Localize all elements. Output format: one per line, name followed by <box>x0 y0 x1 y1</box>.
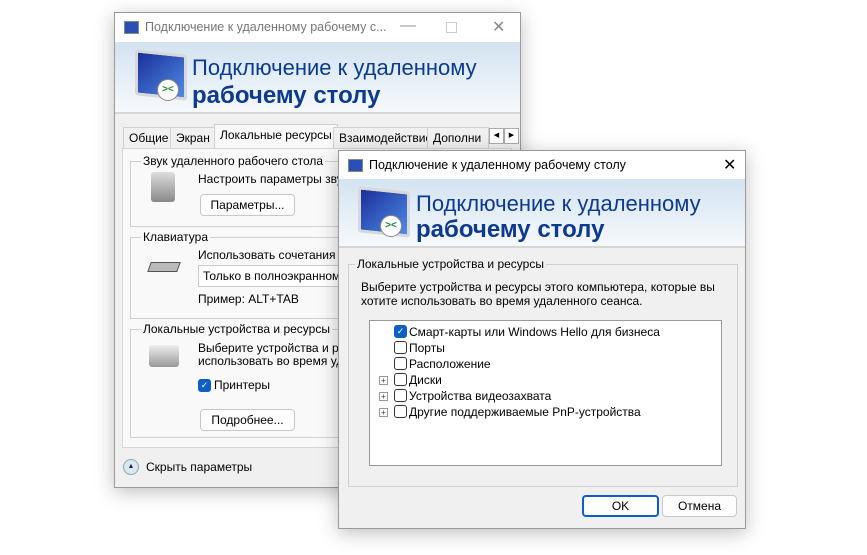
tree-item[interactable]: Порты <box>370 340 710 356</box>
item-label: Порты <box>409 341 445 355</box>
tree-item[interactable]: Расположение <box>370 356 710 372</box>
tab-advanced[interactable]: Дополни <box>427 127 489 148</box>
more-button[interactable]: Подробнее... <box>200 409 295 431</box>
tree-item[interactable]: + Диски <box>370 372 710 388</box>
tab-display[interactable]: Экран <box>170 127 216 148</box>
banner-title-line2: рабочему столу <box>416 216 605 243</box>
minimize-icon[interactable]: — <box>400 17 416 35</box>
description-line-1: Выберите устройства и ресурсы этого комп… <box>361 280 715 294</box>
item-label: Другие поддерживаемые PnP-устройства <box>409 405 641 419</box>
printers-checkbox[interactable]: ✓ <box>198 379 211 392</box>
banner-title-line2: рабочему столу <box>192 82 381 109</box>
tab-strip: Общие Экран Локальные ресурсы Взаимодейс… <box>123 124 519 149</box>
local-text-2: использовать во время удал <box>198 354 357 368</box>
local-text-1: Выберите устройства и ресу <box>198 341 358 355</box>
tab-experience[interactable]: Взаимодействие <box>333 127 439 148</box>
expand-icon[interactable]: + <box>379 376 388 385</box>
window-title: Подключение к удаленному рабочему с... <box>145 20 387 34</box>
hide-options-icon[interactable]: ▲ <box>123 459 139 475</box>
printers-label: Принтеры <box>214 378 270 392</box>
keyboard-example: Пример: ALT+TAB <box>198 292 299 306</box>
close-icon[interactable]: ✕ <box>492 17 505 37</box>
hide-options-link[interactable]: Скрыть параметры <box>146 460 252 474</box>
maximize-icon[interactable] <box>446 22 457 33</box>
tab-scroll-left[interactable]: ◀ <box>489 128 504 144</box>
connect-badge-icon: >< <box>157 79 179 101</box>
speaker-icon <box>151 172 175 202</box>
item-checkbox[interactable] <box>394 357 407 370</box>
item-checkbox[interactable] <box>394 389 407 402</box>
dialog-title: Подключение к удаленному рабочему столу <box>369 158 626 172</box>
local-legend: Локальные устройства и ресурсы <box>141 322 332 336</box>
keyboard-legend: Клавиатура <box>141 230 210 244</box>
front-dialog: Подключение к удаленному рабочему столу … <box>338 150 746 529</box>
item-label: Смарт-карты или Windows Hello для бизнес… <box>409 325 660 339</box>
dialog-title-bar: Подключение к удаленному рабочему столу … <box>339 151 745 179</box>
banner-title-line1: Подключение к удаленному <box>192 55 477 80</box>
local-devices-group: Локальные устройства и ресурсы Выберите … <box>348 257 738 487</box>
sound-legend: Звук удаленного рабочего стола <box>141 154 326 168</box>
item-checkbox[interactable] <box>394 405 407 418</box>
item-checkbox[interactable] <box>394 341 407 354</box>
keyboard-icon <box>147 262 181 272</box>
tab-local-resources[interactable]: Локальные ресурсы <box>214 124 338 149</box>
banner: >< Подключение к удаленному рабочему сто… <box>339 179 745 248</box>
banner: >< Подключение к удаленному рабочему сто… <box>115 42 520 114</box>
close-icon[interactable]: ✕ <box>723 155 736 175</box>
tree-item[interactable]: + Устройства видеозахвата <box>370 388 710 404</box>
ok-button[interactable]: OK <box>582 495 659 517</box>
group-legend: Локальные устройства и ресурсы <box>355 257 546 271</box>
printer-icon <box>149 345 179 367</box>
banner-title-line1: Подключение к удаленному <box>416 191 701 216</box>
description-line-2: хотите использовать во время удаленного … <box>361 294 643 308</box>
tree-item[interactable]: + Другие поддерживаемые PnP-устройства <box>370 404 710 420</box>
item-checkbox[interactable]: ✓ <box>394 325 407 338</box>
sound-settings-button[interactable]: Параметры... <box>200 194 295 216</box>
tab-scroll-right[interactable]: ▶ <box>504 128 519 144</box>
app-icon <box>124 21 139 34</box>
item-checkbox[interactable] <box>394 373 407 386</box>
keyboard-text: Использовать сочетания кл <box>198 248 352 262</box>
tab-general[interactable]: Общие <box>123 127 175 148</box>
connect-badge-icon: >< <box>380 215 402 237</box>
item-label: Расположение <box>409 357 491 371</box>
app-icon <box>348 159 363 172</box>
tree-item[interactable]: ✓ Смарт-карты или Windows Hello для бизне… <box>370 324 710 340</box>
item-label: Диски <box>409 373 442 387</box>
device-tree-list[interactable]: ✓ Смарт-карты или Windows Hello для бизне… <box>369 320 722 466</box>
item-label: Устройства видеозахвата <box>409 389 552 403</box>
title-bar: Подключение к удаленному рабочему с... —… <box>115 13 520 42</box>
cancel-button[interactable]: Отмена <box>662 495 737 517</box>
expand-icon[interactable]: + <box>379 392 388 401</box>
sound-text: Настроить параметры звука <box>198 172 355 186</box>
expand-icon[interactable]: + <box>379 408 388 417</box>
